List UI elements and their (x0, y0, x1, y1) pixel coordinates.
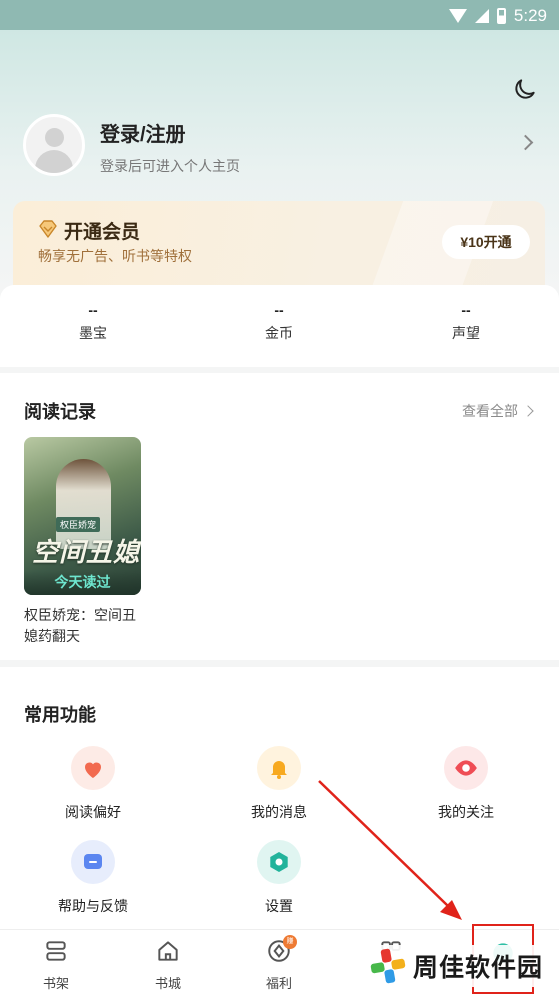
see-all-link[interactable]: 查看全部 (462, 401, 534, 421)
stat-label: 墨宝 (79, 325, 107, 341)
stat-label: 声望 (452, 325, 480, 341)
feature-label: 阅读偏好 (65, 804, 121, 820)
chevron-right-icon (522, 405, 534, 417)
cover-tag: 权臣娇宠 (56, 517, 101, 532)
bell-icon (257, 746, 301, 790)
eye-icon (444, 746, 488, 790)
watermark: 周佳软件园 (365, 945, 548, 987)
tab-bookshelf[interactable]: 书架 (26, 938, 86, 992)
stat-value: -- (274, 302, 284, 318)
tab-label: 书架 (42, 976, 69, 991)
stat-value: -- (461, 302, 471, 318)
common-functions-title: 常用功能 (24, 705, 96, 725)
stat-mobao[interactable]: -- 墨宝 (33, 303, 153, 343)
battery-icon (496, 8, 506, 24)
feature-label: 我的关注 (438, 804, 494, 820)
tab-label: 福利 (265, 976, 292, 991)
avatar[interactable] (23, 114, 85, 176)
status-time: 5:29 (513, 6, 547, 25)
feature-label: 帮助与反馈 (58, 898, 128, 914)
feedback-icon (71, 840, 115, 884)
stats-row: -- 墨宝 -- 金币 -- 声望 (0, 285, 559, 367)
signal-icon (474, 9, 489, 23)
avatar-body-shape (35, 150, 73, 173)
reading-history-section: 阅读记录 查看全部 权臣娇宠 空间丑媳 今天读过 权臣娇宠：空间丑媳药翻天 (0, 373, 559, 660)
bookshelf-icon (46, 941, 66, 961)
feature-my-messages[interactable]: 我的消息 (214, 746, 344, 822)
vip-open-button[interactable]: ¥10开通 (442, 225, 530, 259)
bookstore-icon (158, 941, 178, 961)
status-bar: 5:29 (0, 0, 559, 30)
feature-help-feedback[interactable]: 帮助与反馈 (28, 840, 158, 916)
feature-my-follows[interactable]: 我的关注 (401, 746, 531, 822)
feature-label: 我的消息 (251, 804, 307, 820)
login-hint: 登录后可进入个人主页 (100, 158, 240, 174)
stat-reputation[interactable]: -- 声望 (406, 303, 526, 343)
read-today-badge: 今天读过 (24, 571, 141, 595)
status-icons: 5:29 (448, 6, 547, 26)
watermark-logo-icon (370, 948, 406, 984)
vip-title: 开通会员 (64, 222, 141, 243)
stat-coins[interactable]: -- 金币 (219, 303, 339, 343)
vip-subtitle: 畅享无广告、听书等特权 (38, 248, 192, 264)
cover-caption: 空间丑媳 (32, 537, 141, 567)
avatar-head-shape (45, 128, 64, 147)
book-title[interactable]: 权臣娇宠：空间丑媳药翻天 (24, 605, 144, 647)
tab-bookstore[interactable]: 书城 (138, 938, 198, 992)
see-all-label: 查看全部 (462, 403, 518, 419)
reading-history-title: 阅读记录 (24, 402, 96, 422)
login-register-title[interactable]: 登录/注册 (100, 118, 186, 147)
tab-welfare[interactable]: 赚 福利 (249, 935, 309, 992)
wifi-icon (448, 9, 467, 23)
vip-diamond-icon (39, 220, 57, 238)
common-functions-section: 常用功能 阅读偏好 我的消息 我的关注 帮助与反馈 设置 (0, 667, 559, 929)
feature-label: 设置 (265, 898, 293, 914)
feature-settings[interactable]: 设置 (214, 840, 344, 916)
night-mode-icon[interactable] (512, 76, 538, 102)
welfare-badge: 赚 (283, 935, 297, 949)
stat-label: 金币 (265, 325, 293, 341)
book-cover[interactable]: 权臣娇宠 空间丑媳 今天读过 (24, 437, 141, 595)
tab-label: 书城 (154, 976, 181, 991)
feature-reading-preference[interactable]: 阅读偏好 (28, 746, 158, 822)
watermark-text: 周佳软件园 (413, 954, 544, 982)
heart-icon (71, 746, 115, 790)
stat-value: -- (88, 302, 98, 318)
settings-icon (257, 840, 301, 884)
